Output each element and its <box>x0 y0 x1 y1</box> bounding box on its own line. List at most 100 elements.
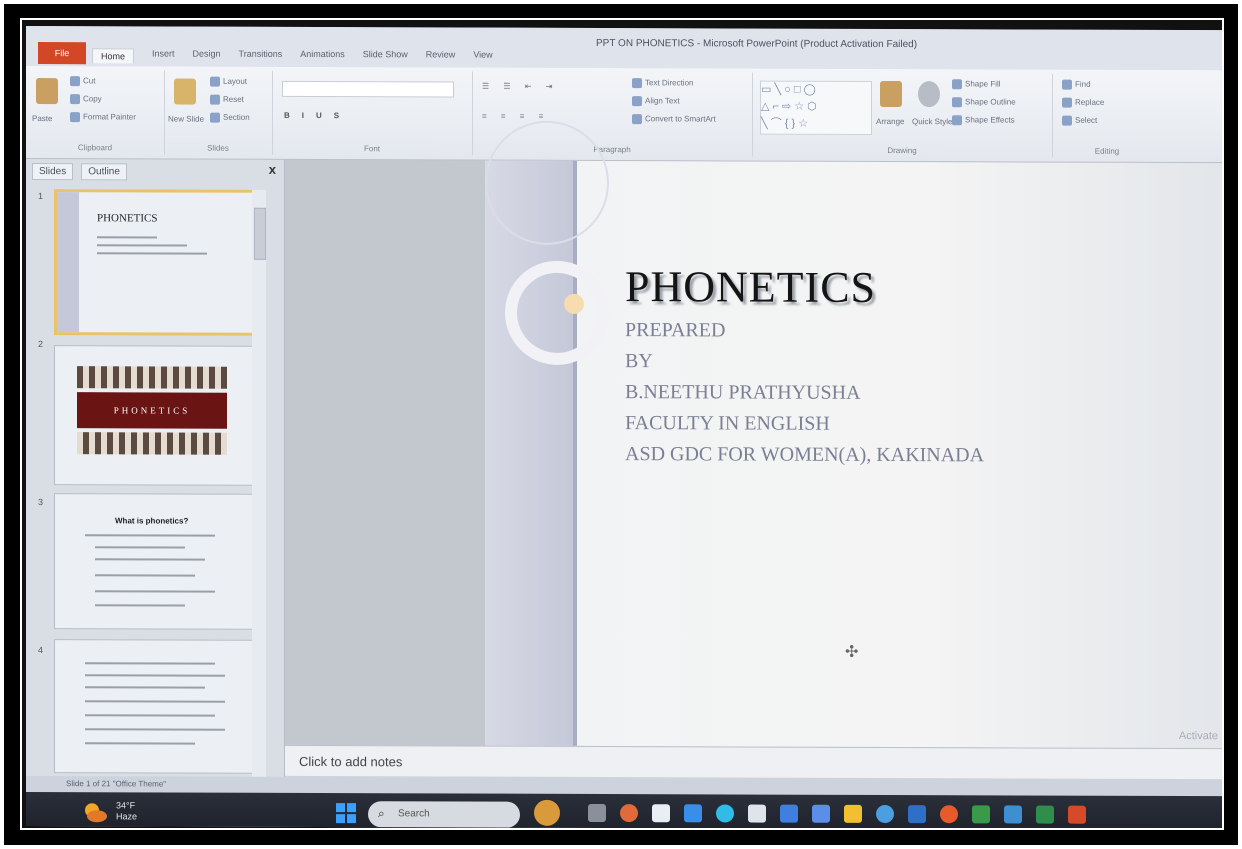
thumb-text-line <box>85 674 225 677</box>
text-direction-button[interactable]: Text Direction <box>632 78 693 89</box>
paste-icon[interactable] <box>36 78 58 105</box>
arrange-button[interactable]: Arrange <box>876 117 904 126</box>
powerpoint-icon[interactable] <box>1068 805 1086 824</box>
task-view-icon[interactable] <box>588 803 606 823</box>
slide-subtitle-line[interactable]: PREPARED <box>625 319 725 342</box>
tab-slide-show[interactable]: Slide Show <box>363 49 408 64</box>
photos-icon[interactable] <box>812 804 830 823</box>
thumbnail-number: 3 <box>38 497 44 508</box>
find-button[interactable]: Find <box>1062 79 1091 90</box>
mail-icon[interactable] <box>1004 805 1022 824</box>
layout-button[interactable]: Layout <box>210 76 247 87</box>
thumb-text-line <box>85 742 195 745</box>
file-explorer-icon[interactable] <box>844 804 862 823</box>
teams-icon[interactable] <box>972 805 990 824</box>
cut-button[interactable]: Cut <box>70 76 95 87</box>
font-format-buttons[interactable]: BIUS <box>284 111 351 120</box>
thumb-text-line <box>95 574 195 577</box>
calculator-icon[interactable] <box>748 804 766 823</box>
format-painter-button[interactable]: Format Painter <box>70 112 136 123</box>
chrome-icon[interactable] <box>620 804 638 823</box>
thumb-text-line <box>85 714 215 717</box>
copy-button[interactable]: Copy <box>70 94 102 105</box>
store-icon[interactable] <box>684 804 702 823</box>
slide-thumbnail-4[interactable] <box>54 639 256 774</box>
slide-subtitle-line[interactable]: FACULTY IN ENGLISH <box>625 412 830 436</box>
thumb-text-line <box>97 252 207 255</box>
file-tab[interactable]: File <box>38 42 86 65</box>
quick-styles-icon[interactable] <box>918 81 940 108</box>
arrange-icon[interactable] <box>880 80 902 108</box>
editing-group: Find Replace Select Editing <box>1052 74 1162 158</box>
slide-subtitle-line[interactable]: BY <box>625 350 653 373</box>
shapes-gallery[interactable]: ▭ ╲ ○ □ ◯ △ ⌐ ⇨ ☆ ⬡ ╲ ⌒ { } ☆ <box>760 80 872 135</box>
thumbnail-title: PHONETICS <box>97 212 158 225</box>
thumb-text-line <box>95 558 205 561</box>
slide-thumbnail-2[interactable]: PHONETICS <box>54 345 256 486</box>
tab-animations[interactable]: Animations <box>300 49 345 64</box>
firefox-icon[interactable] <box>940 805 958 824</box>
panel-close-button[interactable]: x <box>269 162 276 177</box>
convert-smartart-button[interactable]: Convert to SmartArt <box>632 114 716 125</box>
reset-icon <box>210 94 220 105</box>
tab-design[interactable]: Design <box>193 49 221 64</box>
search-highlight-icon[interactable] <box>534 799 560 826</box>
section-button[interactable]: Section <box>210 112 250 123</box>
panel-scrollbar[interactable] <box>252 189 266 790</box>
shape-fill-button[interactable]: Shape Fill <box>952 79 1001 90</box>
quick-styles-button[interactable]: Quick Styles <box>912 117 956 126</box>
tab-home[interactable]: Home <box>92 48 135 64</box>
excel-icon[interactable] <box>1036 805 1054 824</box>
align-text-icon <box>632 96 642 107</box>
slide-canvas[interactable]: PHONETICS PREPARED BY B.NEETHU PRATHYUSH… <box>485 120 1222 749</box>
slide-subtitle-line[interactable]: B.NEETHU PRATHYUSHA <box>625 381 861 405</box>
weather-icon[interactable] <box>82 800 108 824</box>
tab-insert[interactable]: Insert <box>152 48 175 63</box>
drawing-group: ▭ ╲ ○ □ ◯ △ ⌐ ⇨ ☆ ⬡ ╲ ⌒ { } ☆ Arrange Quic… <box>752 72 1053 158</box>
tab-view[interactable]: View <box>473 50 492 65</box>
slide-thumbnail-1[interactable]: PHONETICS <box>54 189 260 336</box>
notes-pane[interactable]: Click to add notes <box>285 744 1222 780</box>
ribbon: Paste Cut Copy Format Painter Clipboard … <box>26 66 1222 164</box>
thumb-text-line <box>85 662 215 665</box>
tab-slides[interactable]: Slides <box>32 163 74 181</box>
thumb-text-line <box>95 590 215 593</box>
section-icon <box>210 112 220 123</box>
word-icon[interactable] <box>908 805 926 824</box>
notepad-icon[interactable] <box>652 804 670 823</box>
list-buttons[interactable]: ☰ ☰ ⇤ ⇥ <box>482 82 558 91</box>
settings-icon[interactable] <box>780 804 798 823</box>
weather-widget[interactable]: 34°F Haze <box>116 800 137 822</box>
mouse-cursor-icon: ✣ <box>845 643 859 661</box>
font-name-dropdown[interactable] <box>282 80 454 98</box>
slide-thumbnail-3[interactable]: What is phonetics? <box>54 493 256 630</box>
new-slide-icon[interactable] <box>174 78 196 105</box>
shape-outline-button[interactable]: Shape Outline <box>952 97 1016 108</box>
weather-desc: Haze <box>116 811 138 822</box>
paste-button[interactable]: Paste <box>32 114 52 123</box>
browser-icon[interactable] <box>876 804 894 824</box>
tab-transitions[interactable]: Transitions <box>239 49 283 64</box>
start-button[interactable] <box>336 803 356 824</box>
edge-icon[interactable] <box>716 804 734 823</box>
shape-effects-button[interactable]: Shape Effects <box>952 115 1015 126</box>
tab-outline[interactable]: Outline <box>81 163 127 181</box>
outline-icon <box>952 97 962 108</box>
slide-title[interactable]: PHONETICS <box>625 261 876 313</box>
thumbnail-title: What is phonetics? <box>115 516 189 526</box>
cursor-icon <box>1062 115 1072 126</box>
decor-dot <box>564 293 584 314</box>
windows-taskbar: 34°F Haze ⌕ Search <box>26 792 1222 828</box>
thumb-text-line <box>97 236 157 239</box>
text-direction-icon <box>632 78 642 89</box>
new-slide-button[interactable]: New Slide <box>168 114 204 123</box>
slide-subtitle-line[interactable]: ASD GDC FOR WOMEN(A), KAKINADA <box>625 443 984 467</box>
tab-review[interactable]: Review <box>426 49 456 64</box>
align-text-button[interactable]: Align Text <box>632 96 680 107</box>
align-buttons[interactable]: ≡ ≡ ≡ ≡ <box>482 112 549 121</box>
replace-button[interactable]: Replace <box>1062 97 1104 108</box>
taskbar-search[interactable]: ⌕ Search <box>368 801 520 828</box>
reset-button[interactable]: Reset <box>210 94 244 105</box>
scrollbar-thumb[interactable] <box>254 207 266 260</box>
select-button[interactable]: Select <box>1062 115 1097 126</box>
